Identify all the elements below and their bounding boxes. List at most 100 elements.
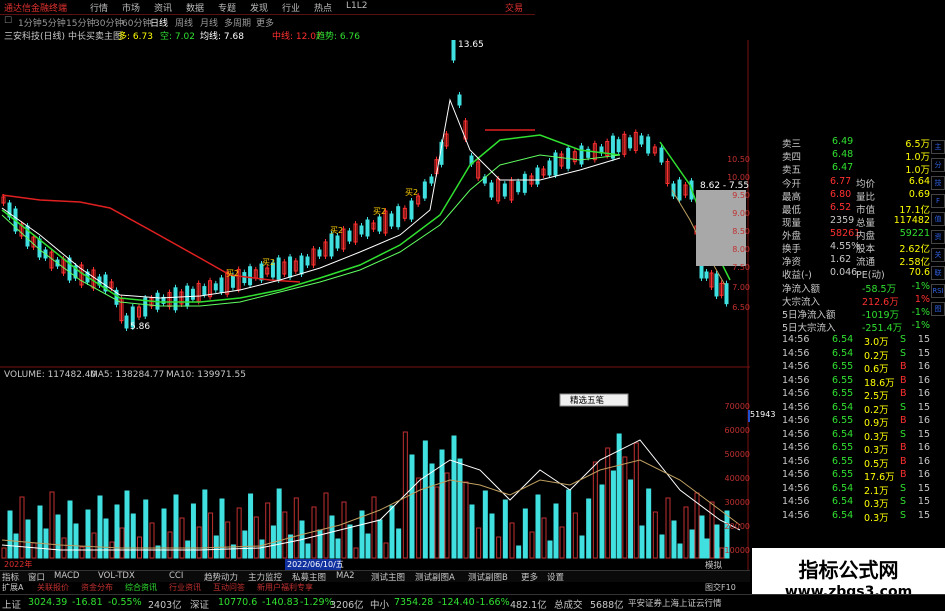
flow-row[interactable]: 5日净流入额 -1019万 -1% xyxy=(752,307,930,321)
side-icon[interactable]: 技 xyxy=(931,176,945,190)
volume-bar xyxy=(91,532,97,559)
indicator-tab[interactable]: VOL-TDX xyxy=(98,571,135,581)
flow-row[interactable]: 大宗流入 212.6万 1% xyxy=(752,294,930,308)
stat-label: 股本 xyxy=(856,244,876,255)
ask-row[interactable]: 卖五 6.47 1.0万 xyxy=(752,162,930,176)
side-icon[interactable]: 资 xyxy=(931,230,945,244)
period-multi[interactable]: 多周期 xyxy=(224,16,251,29)
tick-volume: 0.3万 xyxy=(864,431,889,443)
tick-row[interactable]: 14:56 6.55 0.5万 B 16 xyxy=(752,456,930,470)
menu-item-hangye[interactable]: 行业 xyxy=(282,1,300,14)
candle-body xyxy=(347,230,352,242)
period-month[interactable]: 月线 xyxy=(200,16,218,29)
tick-price: 6.55 xyxy=(832,388,854,399)
bottom-right-button[interactable]: 模拟 xyxy=(705,559,722,571)
menu-item-shuju[interactable]: 数据 xyxy=(186,1,204,14)
tick-row[interactable]: 14:56 6.55 17.6万 B 16 xyxy=(752,469,930,483)
indicator-tab[interactable]: MA2 xyxy=(336,571,355,581)
period-week[interactable]: 周线 xyxy=(175,16,193,29)
extension-tab[interactable]: 扩展A xyxy=(2,582,23,593)
volume-bar xyxy=(396,528,402,559)
ask-row[interactable]: 卖四 6.48 1.0万 xyxy=(752,149,930,163)
tick-price: 6.55 xyxy=(832,374,854,386)
menu-item-trade[interactable]: 交易 xyxy=(505,1,523,14)
tick-row[interactable]: 14:56 6.54 3.0万 S 15 xyxy=(752,334,930,348)
period-60min[interactable]: 60分钟 xyxy=(122,16,151,29)
kline-chart-area[interactable]: 13.65 5.86 8.62 - 7.55 VOLUME: 117482.40… xyxy=(0,37,774,570)
indicator-tab[interactable]: CCI xyxy=(169,571,183,581)
extension-tab[interactable]: 互动问答 xyxy=(213,582,245,593)
menu-item-hangqing[interactable]: 行情 xyxy=(90,1,108,14)
kline-chart-svg[interactable] xyxy=(0,37,774,570)
tick-row[interactable]: 14:56 6.54 0.3万 S 15 xyxy=(752,496,930,510)
tick-row[interactable]: 14:56 6.54 0.2万 S 15 xyxy=(752,401,930,416)
stat-value: 6.52 xyxy=(830,202,852,213)
tick-time: 14:56 xyxy=(782,401,810,413)
stat-row[interactable]: 净资 1.62 流通 2.58亿 xyxy=(752,254,930,268)
period-day[interactable]: 日线 xyxy=(150,16,168,29)
ask-row[interactable]: 卖三 6.49 6.5万 xyxy=(752,136,930,150)
extension-tab[interactable]: 综合资讯 xyxy=(125,582,157,593)
volume-bar xyxy=(389,505,395,559)
tick-count: 16 xyxy=(917,442,930,453)
side-icon[interactable]: 图 xyxy=(931,302,945,316)
volume-bar xyxy=(7,510,13,559)
side-icon[interactable]: 联 xyxy=(931,266,945,280)
price-tick: 10.50 xyxy=(727,155,750,164)
menu-item-shichang[interactable]: 市场 xyxy=(122,1,140,14)
volume-bar xyxy=(566,489,572,559)
volume-bar xyxy=(652,511,658,559)
volume-bars xyxy=(1,431,730,559)
volume-bar xyxy=(482,490,488,559)
extension-tab[interactable]: 关联报价 xyxy=(37,582,69,593)
period-15min[interactable]: 15分钟 xyxy=(66,16,95,29)
stat-row[interactable]: 外盘 58261 内盘 59221 xyxy=(752,228,930,242)
tick-row[interactable]: 14:56 6.55 0.6万 B 16 xyxy=(752,361,930,375)
tick-row[interactable]: 14:56 6.54 0.3万 S 15 xyxy=(752,429,930,443)
volume-bar xyxy=(586,498,592,559)
stat-row[interactable]: 现量 2359 总量 117482 xyxy=(752,215,930,229)
stat-row[interactable]: 最低 6.52 市值 17.1亿 xyxy=(752,202,930,216)
tick-row[interactable]: 14:56 6.55 2.5万 B 16 xyxy=(752,388,930,402)
period-1min[interactable]: 1分钟 xyxy=(18,16,42,29)
period-30min[interactable]: 30分钟 xyxy=(94,16,123,29)
extension-tab[interactable]: 新用户福利专享 xyxy=(257,582,313,593)
tick-row[interactable]: 14:56 6.55 0.9万 B 16 xyxy=(752,415,930,429)
tick-row[interactable]: 14:56 6.54 2.1万 S 15 xyxy=(752,483,930,497)
stat-label: 收益(-) xyxy=(782,270,812,281)
extension-tab[interactable]: 行业资讯 xyxy=(169,582,201,593)
tick-row[interactable]: 14:56 6.55 0.3万 B 16 xyxy=(752,442,930,456)
stat-row[interactable]: 今开 6.77 均价 6.64 xyxy=(752,176,930,190)
side-icon[interactable]: 主 xyxy=(931,140,945,154)
menu-item-faxian[interactable]: 发现 xyxy=(250,1,268,14)
bottom-right-button[interactable]: 图交F10 xyxy=(705,582,736,593)
side-icon[interactable]: 关 xyxy=(931,248,945,262)
tick-price: 6.55 xyxy=(832,442,854,453)
stat-row[interactable]: 收益(-) 0.046 PE(动) 70.6 xyxy=(752,267,930,281)
extension-tab[interactable]: 资金分布 xyxy=(81,582,113,593)
menu-item-zixun[interactable]: 资讯 xyxy=(154,1,172,14)
period-5min[interactable]: 5分钟 xyxy=(42,16,66,29)
tick-count: 16 xyxy=(917,469,930,480)
side-icon[interactable]: 值 xyxy=(931,212,945,226)
indicator-tab[interactable]: MACD xyxy=(54,571,79,581)
toolbar-icon[interactable]: ☐ xyxy=(4,16,12,26)
server-label[interactable]: 平安证券上海上证云行情 xyxy=(628,597,722,609)
volume-bar xyxy=(97,495,103,559)
stat-row[interactable]: 最高 6.80 量比 0.69 xyxy=(752,189,930,203)
tick-row[interactable]: 14:56 6.55 18.6万 B 16 xyxy=(752,374,930,389)
flow-row[interactable]: 5日大宗流入 -251.4万 -1% xyxy=(752,320,930,334)
side-icon[interactable]: F xyxy=(931,194,945,208)
tick-row[interactable]: 14:56 6.54 0.2万 S 15 xyxy=(752,348,930,362)
candle-body xyxy=(202,286,207,296)
flow-row[interactable]: 净流入额 -58.5万 -1% xyxy=(752,281,930,295)
tick-row[interactable]: 14:56 6.54 0.3万 S 15 xyxy=(752,510,930,524)
tick-time: 14:56 xyxy=(782,415,810,426)
side-icon[interactable]: RSI xyxy=(931,284,945,298)
side-icon[interactable]: 分 xyxy=(931,158,945,172)
menu-item-redian[interactable]: 热点 xyxy=(314,1,332,14)
menu-item-l1l2[interactable]: L1L2 xyxy=(346,1,367,11)
menu-item-zhuanti[interactable]: 专题 xyxy=(218,1,236,14)
period-more[interactable]: 更多 xyxy=(256,16,274,29)
stat-row[interactable]: 换手 4.55% 股本 2.62亿 xyxy=(752,241,930,255)
